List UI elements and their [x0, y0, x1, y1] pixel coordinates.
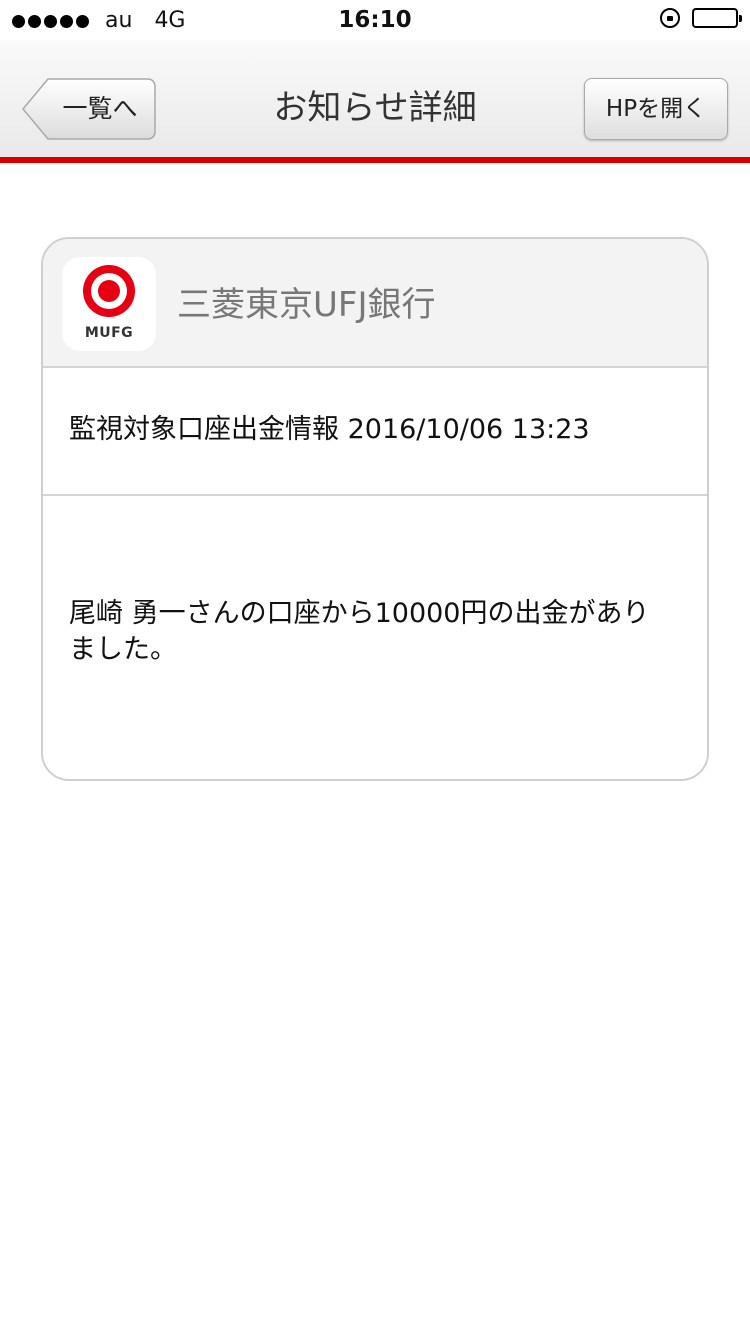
status-bar: au 4G 16:10 — [0, 0, 750, 40]
notice-card: MUFG 三菱東京UFJ銀行 監視対象口座出金情報 2016/10/06 13:… — [41, 237, 709, 781]
open-homepage-button[interactable]: HPを開く — [584, 78, 728, 140]
status-right — [660, 8, 742, 28]
orientation-lock-icon — [660, 8, 680, 28]
nav-accent-line — [0, 157, 750, 163]
navigation-bar: 一覧へ お知らせ詳細 HPを開く — [0, 40, 750, 157]
battery-icon — [692, 8, 742, 28]
bank-logo: MUFG — [62, 257, 156, 351]
notice-body: 尾崎 勇一さんの口座から10000円の出金がありました。 — [69, 598, 650, 665]
notice-card-header: MUFG 三菱東京UFJ銀行 — [43, 239, 707, 368]
notice-subject: 監視対象口座出金情報 2016/10/06 13:23 — [69, 414, 590, 445]
notice-subject-row: 監視対象口座出金情報 2016/10/06 13:23 — [43, 368, 707, 496]
status-time: 16:10 — [338, 7, 412, 33]
bank-name: 三菱東京UFJ銀行 — [177, 285, 436, 325]
logo-text: MUFG — [84, 325, 134, 341]
